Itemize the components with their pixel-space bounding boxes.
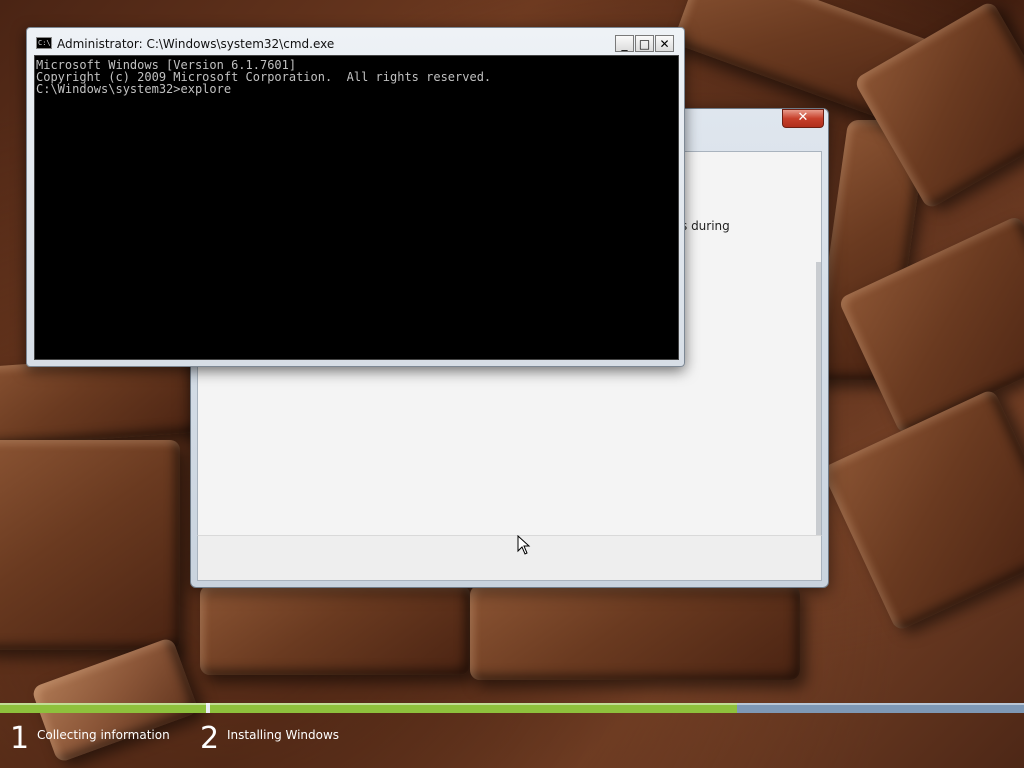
setup-progress-bar	[0, 703, 1024, 713]
cmd-titlebar[interactable]: C:\. Administrator: C:\Windows\system32\…	[27, 28, 684, 55]
step-label: Installing Windows	[227, 728, 340, 742]
console-output[interactable]: Microsoft Windows [Version 6.1.7601] Cop…	[34, 55, 679, 360]
cmd-window-title: Administrator: C:\Windows\system32\cmd.e…	[57, 37, 335, 51]
chocolate-block	[30, 636, 200, 764]
setup-partial-text: s during	[681, 219, 730, 233]
console-prompt-line[interactable]: C:\Windows\system32>explore	[35, 83, 678, 95]
close-icon: ✕	[659, 37, 670, 51]
scrollbar[interactable]	[816, 262, 821, 572]
cmd-window: C:\. Administrator: C:\Windows\system32\…	[26, 27, 685, 367]
chocolate-block	[470, 585, 800, 680]
step-installing: 2 Installing Windows	[200, 721, 339, 756]
setup-footer	[197, 535, 822, 581]
cmd-app-icon[interactable]: C:\.	[36, 37, 55, 49]
progress-highlight	[0, 703, 1024, 705]
setup-close-button[interactable]: ✕	[782, 109, 824, 128]
chocolate-block	[820, 388, 1024, 632]
step-number: 1	[10, 721, 30, 756]
maximize-button[interactable]: □	[635, 35, 654, 52]
step-number: 2	[200, 721, 220, 756]
step-label: Collecting information	[37, 728, 170, 742]
mouse-pointer-icon	[517, 535, 531, 555]
minimize-icon: _	[621, 37, 628, 51]
chocolate-block	[200, 585, 470, 675]
minimize-button[interactable]: _	[615, 35, 634, 52]
chocolate-block	[0, 440, 180, 650]
step-collecting: 1 Collecting information	[10, 721, 170, 756]
close-icon: ✕	[797, 110, 809, 125]
close-button[interactable]: ✕	[655, 35, 674, 52]
maximize-icon: □	[638, 37, 651, 51]
